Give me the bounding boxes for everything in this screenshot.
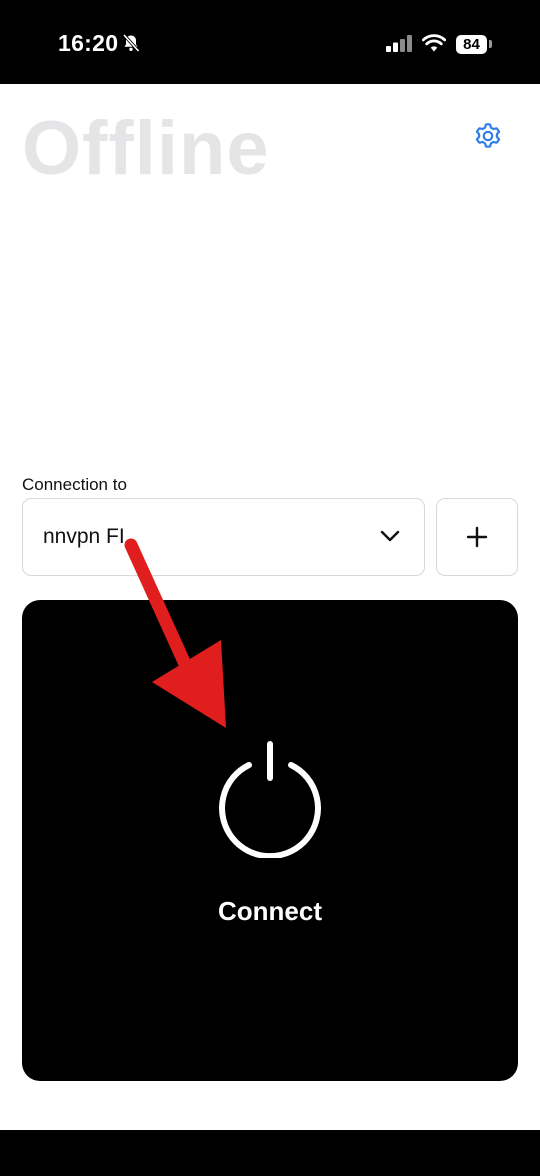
connection-status-title: Offline [22,106,270,191]
bell-slash-icon [121,33,141,58]
bottom-bar [0,1130,540,1176]
gear-icon [475,123,501,148]
status-time: 16:20 [58,30,119,56]
add-connection-button[interactable] [436,498,518,576]
battery-cap [489,40,492,48]
connect-label: Connect [218,896,322,926]
battery-icon: 84 [456,35,487,54]
server-select-dropdown[interactable]: nnvpn FI [22,498,425,576]
wifi-icon [421,33,447,57]
connection-label: Connection to [22,475,127,494]
connect-button[interactable]: Connect [22,600,518,1081]
selected-server-value: nnvpn FI [43,525,125,548]
chevron-down-icon [380,529,400,548]
plus-icon [466,526,488,548]
status-bar: 16:20 84 [0,0,540,84]
settings-button[interactable] [470,118,506,154]
cellular-signal-icon [386,35,413,57]
power-icon [219,741,321,858]
